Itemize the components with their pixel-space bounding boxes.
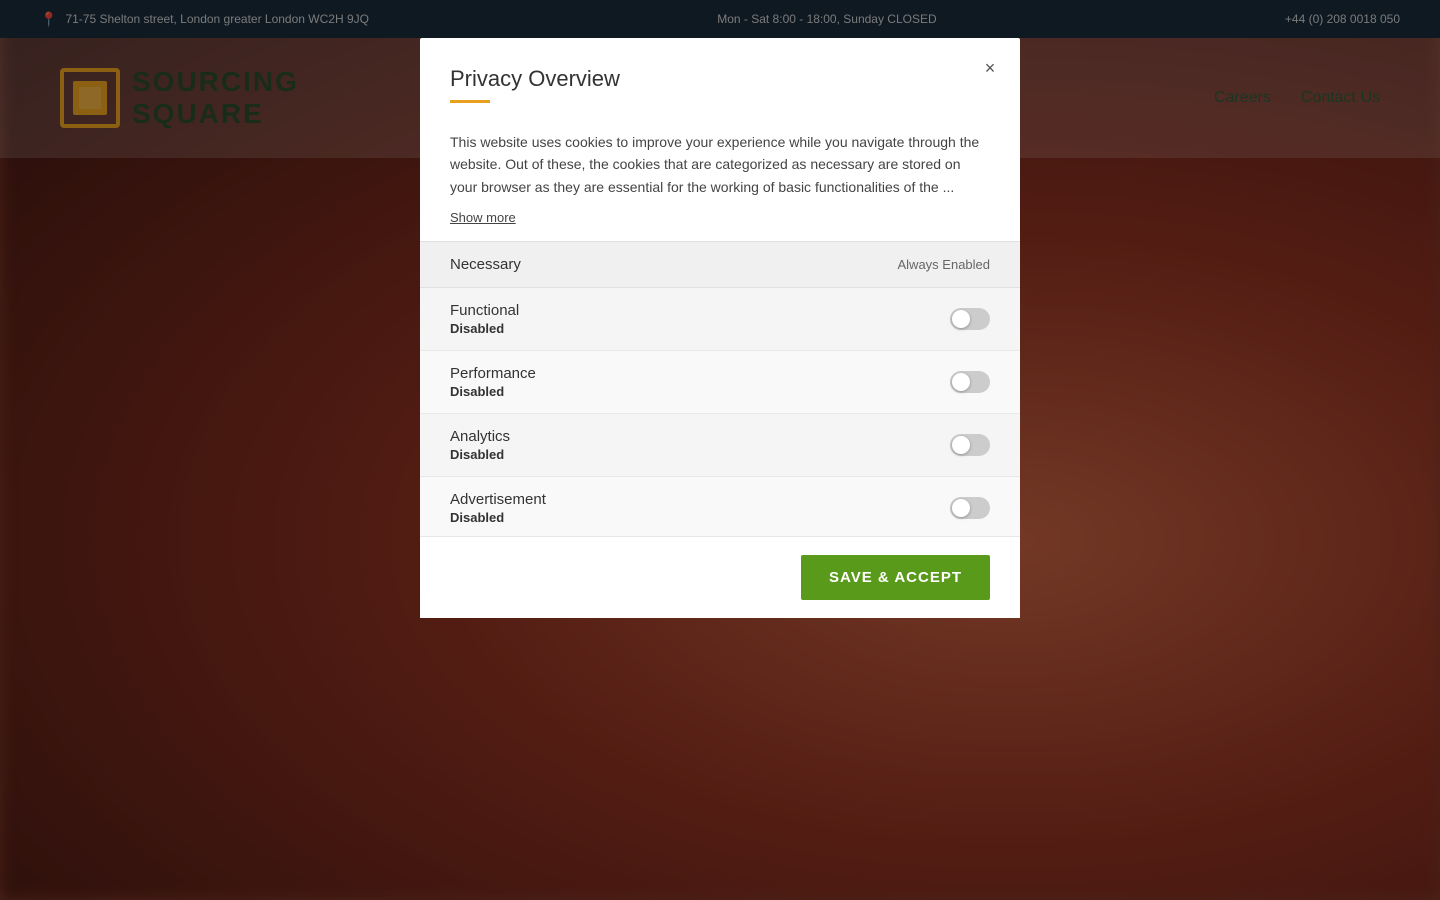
save-accept-button[interactable]: SAVE & ACCEPT xyxy=(801,555,990,600)
functional-header: Functional Disabled xyxy=(450,302,990,336)
show-more-link[interactable]: Show more xyxy=(420,210,1020,241)
performance-status-row: Disabled xyxy=(450,384,536,399)
analytics-header: Analytics Disabled xyxy=(450,428,990,462)
advertisement-status: Disabled xyxy=(450,510,504,525)
modal-close-button[interactable]: × xyxy=(976,54,1004,82)
advertisement-status-row: Disabled xyxy=(450,510,546,525)
modal-overlay: Privacy Overview × This website uses coo… xyxy=(0,0,1440,900)
performance-status: Disabled xyxy=(450,384,504,399)
modal-title-underline xyxy=(450,100,490,103)
performance-header: Performance Disabled xyxy=(450,365,990,399)
always-enabled-text: Always Enabled xyxy=(898,257,991,272)
performance-name: Performance xyxy=(450,365,536,382)
analytics-toggle[interactable] xyxy=(950,434,990,456)
functional-toggle[interactable] xyxy=(950,308,990,330)
advertisement-left: Advertisement Disabled xyxy=(450,491,546,525)
cookie-item-advertisement: Advertisement Disabled xyxy=(420,477,1020,536)
cookie-list: Necessary Always Enabled Functional Disa… xyxy=(420,241,1020,536)
modal-header: Privacy Overview × xyxy=(420,38,1020,131)
performance-toggle[interactable] xyxy=(950,371,990,393)
analytics-status: Disabled xyxy=(450,447,504,462)
necessary-name: Necessary xyxy=(450,256,521,273)
functional-status: Disabled xyxy=(450,321,504,336)
cookie-item-analytics: Analytics Disabled xyxy=(420,414,1020,477)
performance-left: Performance Disabled xyxy=(450,365,536,399)
analytics-left: Analytics Disabled xyxy=(450,428,510,462)
cookie-item-performance: Performance Disabled xyxy=(420,351,1020,414)
cookie-item-functional: Functional Disabled xyxy=(420,288,1020,351)
analytics-name: Analytics xyxy=(450,428,510,445)
necessary-row-header: Necessary Always Enabled xyxy=(450,256,990,273)
functional-left: Functional Disabled xyxy=(450,302,519,336)
cookie-item-necessary: Necessary Always Enabled xyxy=(420,242,1020,288)
functional-name: Functional xyxy=(450,302,519,319)
advertisement-toggle[interactable] xyxy=(950,497,990,519)
analytics-status-row: Disabled xyxy=(450,447,510,462)
advertisement-header: Advertisement Disabled xyxy=(450,491,990,525)
advertisement-name: Advertisement xyxy=(450,491,546,508)
functional-status-row: Disabled xyxy=(450,321,519,336)
privacy-modal: Privacy Overview × This website uses coo… xyxy=(420,38,1020,618)
modal-footer: SAVE & ACCEPT xyxy=(420,536,1020,618)
modal-body-text: This website uses cookies to improve you… xyxy=(420,131,1020,210)
modal-title: Privacy Overview xyxy=(450,66,990,92)
